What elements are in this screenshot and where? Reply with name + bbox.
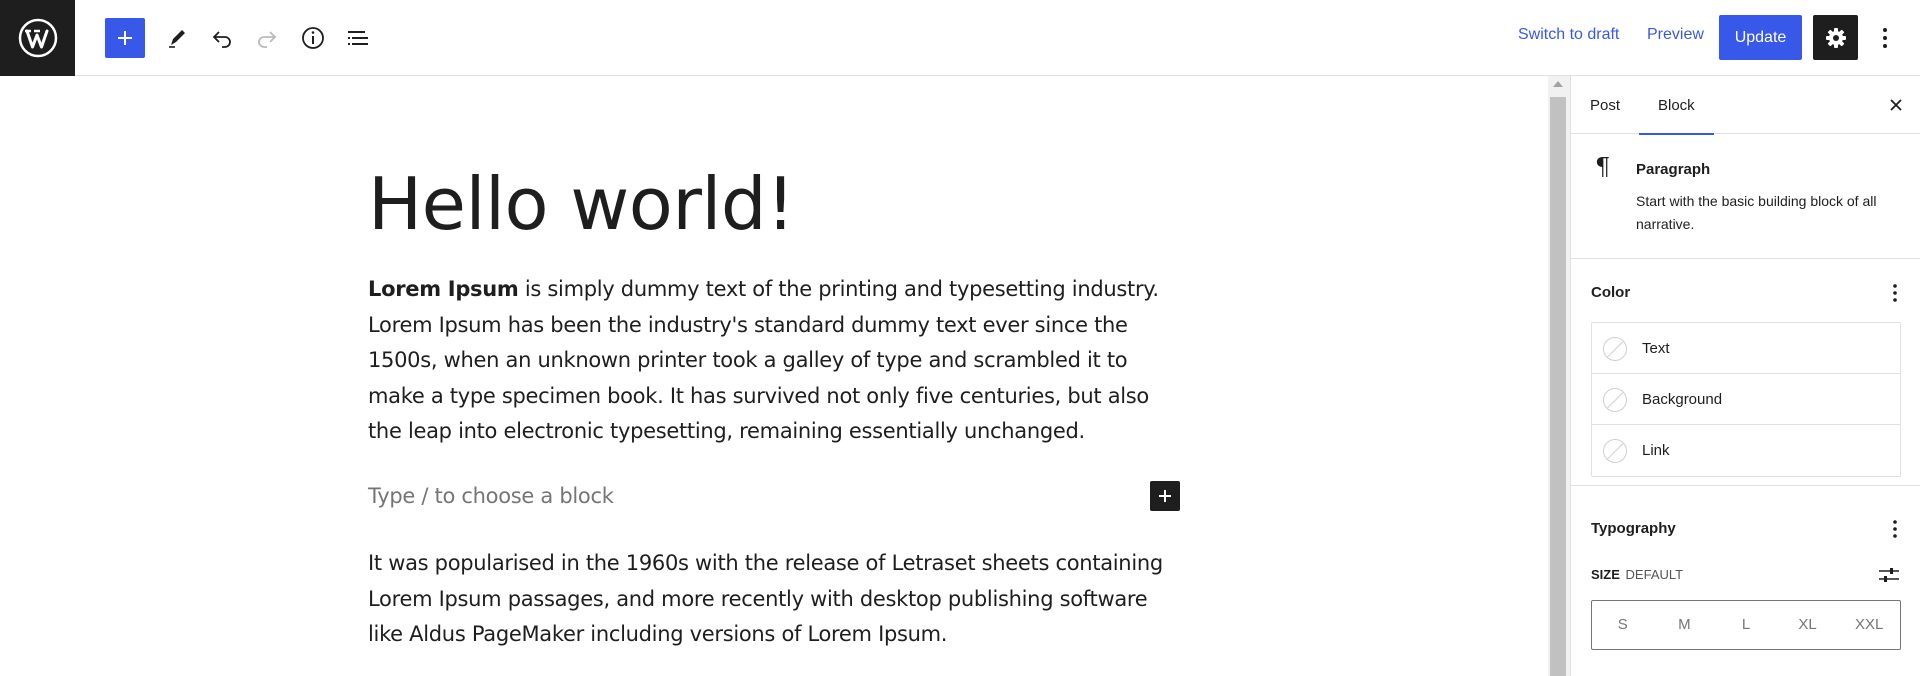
settings-sidebar: Post Block ¶ Paragraph Start with the ba…	[1570, 76, 1920, 676]
typography-options-button[interactable]	[1881, 515, 1909, 543]
plus-icon	[1159, 490, 1171, 502]
details-button[interactable]	[293, 18, 333, 58]
paragraph-block[interactable]: Lorem Ipsum is simply dummy text of the …	[368, 272, 1168, 450]
font-size-label: SIZE DEFAULT	[1591, 567, 1683, 582]
gear-icon	[1825, 27, 1846, 48]
preview-button[interactable]: Preview	[1647, 26, 1704, 44]
size-option-m[interactable]: M	[1654, 601, 1716, 649]
typography-panel-title: Typography	[1591, 520, 1676, 537]
editor-header: Switch to draft Preview Update	[0, 0, 1920, 76]
paragraph-icon: ¶	[1595, 153, 1611, 181]
options-menu-button[interactable]	[1870, 18, 1900, 58]
pencil-icon	[169, 30, 185, 48]
plus-icon	[118, 31, 132, 45]
paragraph-text: is simply dummy text of the printing and…	[368, 277, 1159, 443]
update-button[interactable]: Update	[1719, 15, 1802, 60]
redo-icon	[258, 31, 277, 48]
settings-sliders-icon	[1879, 568, 1899, 582]
size-label-text: SIZE	[1591, 567, 1620, 582]
color-item-link[interactable]: Link	[1592, 425, 1900, 476]
color-options-button[interactable]	[1881, 279, 1909, 307]
sidebar-tabs: Post Block	[1571, 76, 1920, 135]
color-item-label: Background	[1642, 391, 1723, 408]
vertical-ellipsis-icon	[1893, 520, 1897, 538]
editor-canvas: Hello world! Lorem Ipsum is simply dummy…	[0, 76, 1548, 676]
bold-text: Lorem Ipsum	[368, 277, 519, 301]
color-panel-title: Color	[1591, 284, 1631, 301]
post-title[interactable]: Hello world!	[368, 162, 795, 246]
canvas-scrollbar[interactable]	[1548, 76, 1570, 676]
list-view-button[interactable]	[338, 18, 378, 58]
vertical-ellipsis-icon	[1893, 284, 1897, 302]
color-item-label: Link	[1642, 442, 1670, 459]
size-value-text: DEFAULT	[1625, 567, 1684, 582]
size-option-l[interactable]: L	[1715, 601, 1777, 649]
wordpress-logo-icon[interactable]	[0, 0, 75, 76]
tab-block[interactable]: Block	[1639, 76, 1714, 135]
close-sidebar-button[interactable]	[1883, 92, 1909, 118]
close-icon	[1890, 99, 1902, 111]
typography-panel-header: Typography	[1571, 509, 1920, 549]
vertical-ellipsis-icon	[1883, 28, 1887, 48]
no-color-swatch-icon	[1603, 439, 1627, 463]
tab-post[interactable]: Post	[1590, 76, 1620, 134]
block-card-title: Paragraph	[1636, 161, 1711, 178]
size-option-xxl[interactable]: XXL	[1838, 601, 1900, 649]
tools-edit-button[interactable]	[157, 18, 197, 58]
size-option-s[interactable]: S	[1592, 601, 1654, 649]
color-item-text[interactable]: Text	[1592, 323, 1900, 374]
panel-divider	[1571, 485, 1920, 486]
undo-button[interactable]	[202, 18, 242, 58]
block-card-description: Start with the basic building block of a…	[1636, 193, 1877, 232]
color-panel-header: Color	[1571, 273, 1920, 313]
list-view-icon	[348, 31, 368, 45]
block-inserter-button[interactable]	[105, 18, 145, 58]
size-option-xl[interactable]: XL	[1777, 601, 1839, 649]
paragraph-block[interactable]: It was popularised in the 1960s with the…	[368, 546, 1168, 653]
custom-size-toggle[interactable]	[1874, 562, 1904, 588]
color-item-label: Text	[1642, 340, 1670, 357]
scrollbar-thumb[interactable]	[1550, 97, 1566, 676]
switch-to-draft-button[interactable]: Switch to draft	[1518, 26, 1619, 44]
color-settings-list: Text Background Link	[1591, 322, 1901, 477]
add-block-button[interactable]	[1150, 481, 1180, 511]
color-item-background[interactable]: Background	[1592, 374, 1900, 425]
info-icon	[302, 27, 324, 49]
no-color-swatch-icon	[1603, 388, 1627, 412]
undo-icon	[212, 31, 231, 48]
settings-button[interactable]	[1813, 15, 1858, 60]
redo-button[interactable]	[247, 18, 287, 58]
no-color-swatch-icon	[1603, 337, 1627, 361]
block-card: ¶ Paragraph Start with the basic buildin…	[1571, 135, 1920, 259]
empty-block-placeholder[interactable]: Type / to choose a block	[368, 484, 614, 508]
font-size-picker: S M L XL XXL	[1591, 600, 1901, 650]
scroll-up-arrow-icon[interactable]	[1553, 81, 1563, 87]
